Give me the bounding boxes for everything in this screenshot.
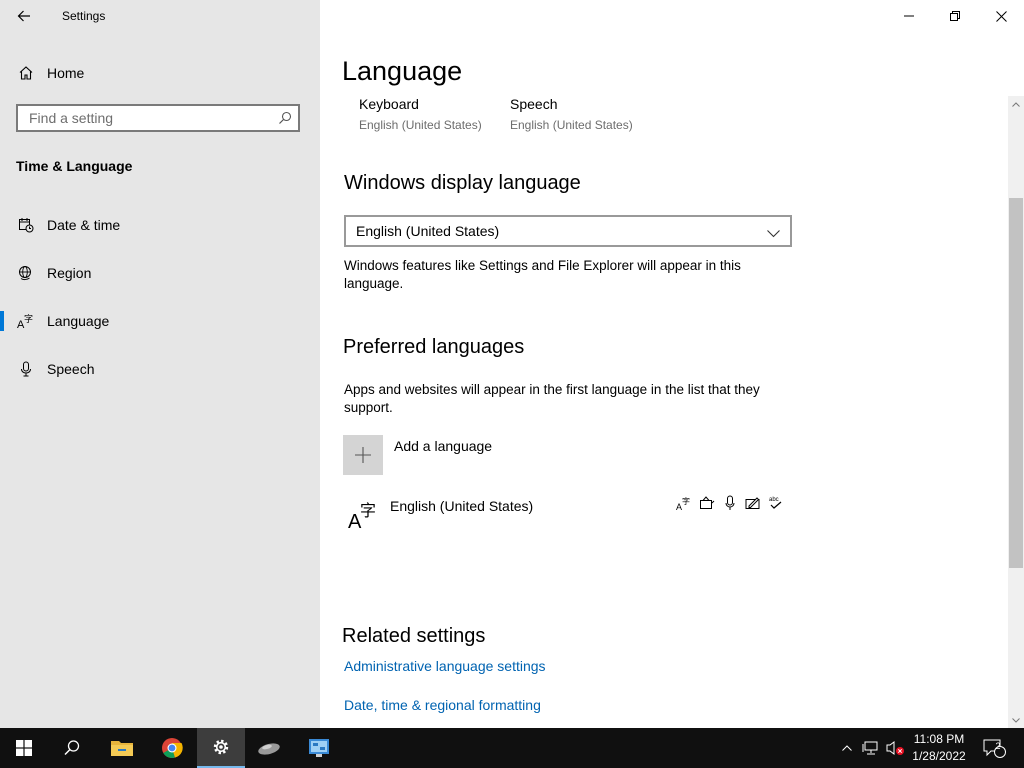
clock-time: 11:08 PM bbox=[913, 732, 965, 746]
navigation-pane: Settings Home Time & Language Date & tim… bbox=[0, 0, 320, 728]
admin-language-settings-link[interactable]: Administrative language settings bbox=[344, 658, 546, 674]
mouse-app-button[interactable] bbox=[245, 728, 293, 768]
svg-text:字: 字 bbox=[24, 313, 33, 325]
file-explorer-button[interactable] bbox=[98, 728, 146, 768]
language-feature-icons: A字 abc bbox=[675, 494, 784, 511]
chevron-up-icon bbox=[842, 745, 852, 751]
chrome-icon bbox=[162, 738, 183, 758]
back-button[interactable] bbox=[10, 4, 38, 28]
search-icon[interactable] bbox=[278, 111, 292, 130]
start-button[interactable] bbox=[0, 728, 48, 768]
speech-recognition-icon bbox=[721, 494, 738, 511]
control-panel-button[interactable] bbox=[295, 728, 343, 768]
volume-muted-icon bbox=[886, 741, 904, 755]
scroll-up-button[interactable] bbox=[1008, 96, 1024, 112]
nav-item-label: Region bbox=[47, 265, 92, 281]
chevron-down-icon bbox=[767, 225, 780, 243]
chevron-down-icon bbox=[1012, 717, 1020, 723]
taskbar: 11:08 PM 1/28/2022 2 bbox=[0, 728, 1024, 768]
language-list-item[interactable]: A字 English (United States) A字 abc bbox=[343, 490, 793, 536]
home-icon bbox=[16, 63, 36, 83]
related-settings-heading: Related settings bbox=[342, 625, 486, 647]
nav-item-speech[interactable]: Speech bbox=[0, 349, 320, 389]
language-icon: A字 bbox=[347, 498, 379, 535]
plus-icon bbox=[343, 435, 383, 475]
display-language-icon: A字 bbox=[675, 494, 692, 511]
page-title: Language bbox=[342, 56, 463, 86]
show-hidden-icons-button[interactable] bbox=[838, 728, 856, 768]
display-language-dropdown[interactable]: English (United States) bbox=[344, 215, 792, 247]
add-language-button[interactable]: Add a language bbox=[343, 435, 643, 475]
restore-icon bbox=[950, 11, 960, 21]
nav-section-heading: Time & Language bbox=[16, 158, 133, 174]
nav-home[interactable]: Home bbox=[0, 53, 320, 93]
tile-subtitle: English (United States) bbox=[359, 118, 482, 132]
scroll-down-button[interactable] bbox=[1008, 712, 1024, 728]
nav-item-language[interactable]: A字 Language bbox=[0, 301, 320, 341]
settings-search-box[interactable] bbox=[16, 104, 300, 132]
keyboard-tile[interactable]: Keyboard English (United States) bbox=[359, 96, 482, 132]
handwriting-icon bbox=[744, 494, 761, 511]
tile-name: Keyboard bbox=[359, 96, 419, 112]
spell-check-icon: abc bbox=[767, 494, 784, 511]
nav-item-date-time[interactable]: Date & time bbox=[0, 205, 320, 245]
search-taskbar-button[interactable] bbox=[48, 728, 96, 768]
speech-tile[interactable]: Speech English (United States) bbox=[510, 96, 633, 132]
windows-logo-icon bbox=[16, 740, 32, 756]
clock[interactable]: 11:08 PM 1/28/2022 bbox=[904, 731, 974, 765]
settings-search-input[interactable] bbox=[27, 109, 271, 127]
control-panel-icon bbox=[309, 739, 329, 757]
preferred-languages-heading: Preferred languages bbox=[343, 336, 525, 358]
nav-home-label: Home bbox=[47, 65, 85, 81]
calendar-clock-icon bbox=[16, 215, 36, 235]
close-button[interactable] bbox=[978, 0, 1024, 32]
svg-text:字: 字 bbox=[682, 496, 690, 506]
network-button[interactable] bbox=[860, 728, 882, 768]
tile-subtitle: English (United States) bbox=[510, 118, 633, 132]
language-icon: A字 bbox=[16, 311, 36, 331]
action-center-button[interactable]: 2 bbox=[978, 728, 1010, 768]
chrome-button[interactable] bbox=[148, 728, 196, 768]
nav-item-label: Date & time bbox=[47, 217, 121, 233]
svg-text:abc: abc bbox=[769, 497, 779, 503]
nav-item-label: Language bbox=[47, 313, 110, 329]
app-title: Settings bbox=[62, 9, 106, 23]
nav-item-region[interactable]: Region bbox=[0, 253, 320, 293]
microphone-icon bbox=[16, 359, 36, 379]
gear-icon bbox=[213, 739, 229, 755]
clock-date: 1/28/2022 bbox=[912, 749, 966, 763]
svg-text:字: 字 bbox=[360, 501, 376, 520]
tile-name: Speech bbox=[510, 96, 558, 112]
scrollbar-thumb[interactable] bbox=[1009, 198, 1023, 568]
globe-icon bbox=[16, 263, 36, 283]
display-language-value: English (United States) bbox=[356, 223, 500, 239]
search-icon bbox=[64, 740, 80, 756]
text-to-speech-icon bbox=[698, 494, 715, 511]
minimize-icon bbox=[904, 15, 914, 17]
mouse-icon bbox=[258, 743, 280, 755]
close-icon bbox=[995, 10, 1007, 22]
chevron-up-icon bbox=[1012, 101, 1020, 107]
folder-icon bbox=[111, 741, 133, 756]
nav-item-label: Speech bbox=[47, 361, 95, 377]
back-arrow-icon bbox=[17, 10, 30, 22]
display-language-description: Windows features like Settings and File … bbox=[344, 258, 741, 291]
volume-button[interactable] bbox=[884, 728, 906, 768]
regional-formatting-link[interactable]: Date, time & regional formatting bbox=[344, 697, 541, 713]
restore-button[interactable] bbox=[932, 0, 978, 32]
display-language-heading: Windows display language bbox=[344, 172, 581, 194]
network-icon bbox=[862, 741, 878, 755]
language-name: English (United States) bbox=[390, 498, 534, 514]
add-language-label: Add a language bbox=[394, 438, 493, 454]
preferred-languages-description: Apps and websites will appear in the fir… bbox=[344, 382, 760, 415]
notification-count: 2 bbox=[995, 741, 1001, 751]
minimize-button[interactable] bbox=[886, 0, 932, 32]
settings-taskbar-button[interactable] bbox=[197, 728, 245, 768]
